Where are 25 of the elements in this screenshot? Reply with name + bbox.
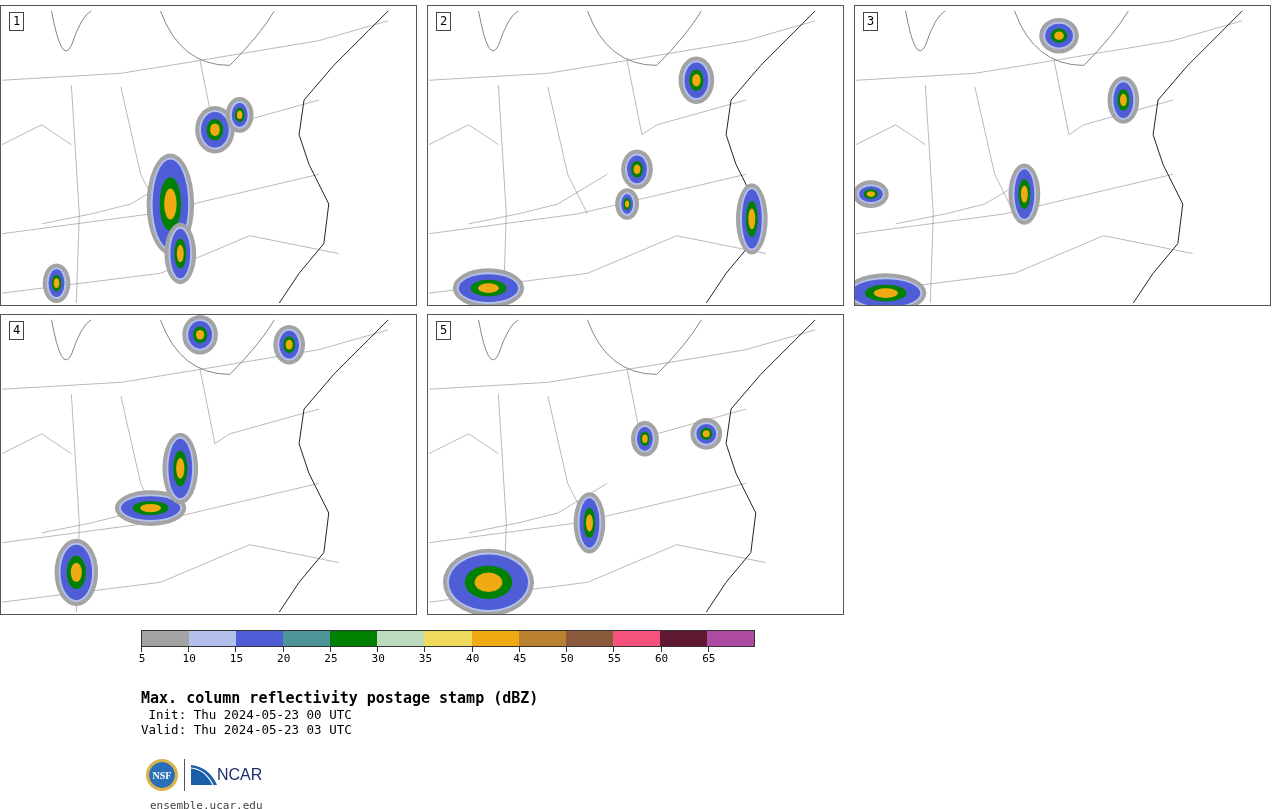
tick-label: 25 (324, 652, 338, 665)
panel-number: 5 (436, 321, 452, 340)
tick-label: 65 (702, 652, 716, 665)
tick-label: 40 (466, 652, 480, 665)
panel-number: 3 (863, 12, 879, 31)
tick-label: 45 (513, 652, 527, 665)
init-time: Init: Thu 2024-05-23 00 UTC (147, 707, 353, 722)
tick-label: 15 (229, 652, 244, 665)
tick-label: 5 (138, 652, 146, 665)
website-url: ensemble.ucar.edu (149, 799, 264, 809)
tick-label: 50 (560, 652, 574, 665)
swoosh-icon (191, 765, 217, 785)
tick-label: 55 (607, 652, 621, 665)
tick-label: 60 (654, 652, 669, 665)
panel-number: 4 (9, 321, 25, 340)
nsf-logo: NSF (146, 759, 178, 791)
chart-title: Max. column reflectivity postage stamp (dBZ) (141, 689, 540, 707)
tick-label: 10 (182, 652, 196, 665)
tick-label: 20 (277, 652, 291, 665)
panel-number: 2 (436, 12, 452, 31)
ncar-logo: NCAR (217, 766, 263, 784)
tick-label: 35 (418, 652, 433, 665)
tick-label: 30 (371, 652, 385, 665)
panel-number: 1 (9, 12, 25, 31)
valid-time: Valid: Thu 2024-05-23 03 UTC (141, 722, 353, 737)
